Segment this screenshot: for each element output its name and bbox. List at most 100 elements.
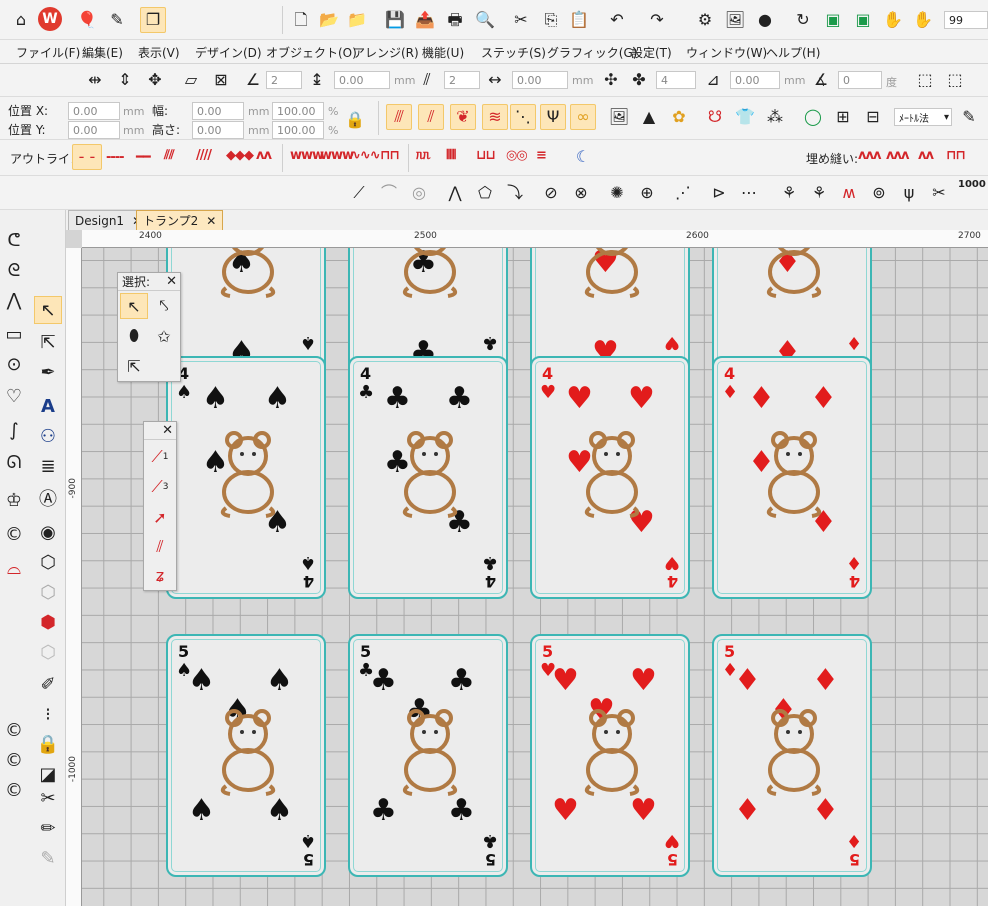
scale-w-input[interactable]: 100.00 xyxy=(272,102,324,120)
target-icon[interactable]: ⊕ xyxy=(634,180,660,206)
scatter-icon[interactable]: ⋯ xyxy=(736,180,762,206)
menu-view[interactable]: 表示(V) xyxy=(138,44,180,61)
sequence-icon[interactable]: ⚘ xyxy=(776,180,802,206)
outline-bars-icon[interactable]: ≡ xyxy=(536,148,547,163)
hexagon-red-icon[interactable]: ⬢ xyxy=(34,608,62,636)
node-corner-icon[interactable]: ⋀ xyxy=(442,180,468,206)
fish-icon[interactable]: ∞ xyxy=(570,104,596,130)
polyline-icon[interactable]: ⋰ xyxy=(670,180,696,206)
select-arrow-icon[interactable]: ↖ xyxy=(34,296,62,324)
measure-icon[interactable]: ✎ xyxy=(956,104,982,130)
hoop-icon[interactable]: ↻ xyxy=(790,7,816,33)
mirror-h-icon[interactable]: ⇹ xyxy=(82,67,108,93)
cc-icon[interactable]: © xyxy=(0,520,28,548)
menu-arrange[interactable]: アレンジ(R) xyxy=(353,44,419,61)
count-input[interactable]: 2 xyxy=(444,71,480,89)
skew-icon[interactable]: ▱ xyxy=(178,67,204,93)
grid-2-icon[interactable]: ⊟ xyxy=(860,104,886,130)
array-icon[interactable]: ✣ xyxy=(598,67,624,93)
shapes-icon[interactable]: ▲ xyxy=(636,104,662,130)
arc-icon[interactable]: ⌓ xyxy=(0,554,28,582)
export-icon[interactable]: 📤 xyxy=(412,7,438,33)
outline-satin-icon[interactable]: ⫽⫽ xyxy=(164,148,175,163)
select-frame-2-icon[interactable]: ⬚ xyxy=(942,67,968,93)
cc-4-icon[interactable]: © xyxy=(0,776,28,804)
distance-input[interactable]: 0.00 xyxy=(730,71,780,89)
star-icon[interactable]: ✿ xyxy=(666,104,692,130)
tatami-fill-icon[interactable]: ⫽ xyxy=(418,104,444,130)
units-select[interactable]: ﾒｰﾄﾙ法 ▾ xyxy=(894,108,952,126)
outline-square-icon[interactable]: ⊔⊔ xyxy=(476,148,496,163)
lettering-icon[interactable]: ≣ xyxy=(34,452,62,480)
node-pentagon-icon[interactable]: ⬠ xyxy=(472,180,498,206)
outline-blanket-icon[interactable]: ᴡᴡᴡ xyxy=(290,148,324,163)
array-count-input[interactable]: 4 xyxy=(656,71,696,89)
balloon-icon[interactable]: 🎈 xyxy=(74,7,100,33)
playing-card[interactable]: 5 ♦ 5 ♦ ♦ ♦ ♦ ♦ ♦ xyxy=(712,634,872,877)
rotate-left-icon[interactable]: ∠ xyxy=(240,67,266,93)
dots-icon[interactable]: ⁝ xyxy=(34,700,62,728)
trident-icon[interactable]: Ψ xyxy=(540,104,566,130)
offset-x-input[interactable]: 0.00 xyxy=(512,71,568,89)
menu-edit[interactable]: 編集(E) xyxy=(82,44,123,61)
color-select-icon[interactable]: ⬮ xyxy=(120,323,148,349)
team-names-icon[interactable]: ⚇ xyxy=(34,422,62,450)
ellipse-tool-icon[interactable]: ⊙ xyxy=(0,350,28,378)
pos-x-input[interactable]: 0.00 xyxy=(68,102,120,120)
menu-function[interactable]: 機能(U) xyxy=(422,44,464,61)
fill-castle-icon[interactable]: ⊓⊓ xyxy=(946,148,966,163)
line-tool-icon[interactable]: ⟋ xyxy=(346,180,372,206)
undo-icon[interactable]: ↶ xyxy=(604,7,630,33)
height-input[interactable]: 0.00 xyxy=(192,121,244,139)
spiral-icon[interactable]: ᘏ xyxy=(0,448,28,476)
outline-hatch-icon[interactable]: ⦀⦀ xyxy=(446,148,457,163)
lock-icon[interactable]: 🔒 xyxy=(342,107,368,133)
pen-icon[interactable]: ✒ xyxy=(34,358,62,386)
shirt-icon[interactable]: 👕 xyxy=(732,104,758,130)
curve-tool-icon[interactable]: ⌒ xyxy=(376,180,402,206)
outline-diamond-icon[interactable]: ◆◆◆ xyxy=(226,148,254,163)
angle-input[interactable]: 0 xyxy=(838,71,882,89)
needle-icon[interactable]: ψ xyxy=(896,180,922,206)
fill-zig-3-icon[interactable]: ʌʌ xyxy=(918,148,934,163)
outline-blanket-2-icon[interactable]: ᴡᴡᴡ xyxy=(320,148,354,163)
cc-2-icon[interactable]: © xyxy=(0,716,28,744)
new-file-icon[interactable]: 🗋 xyxy=(288,7,314,33)
outline-castle-icon[interactable]: ⊓⊓ xyxy=(380,148,400,163)
cut-icon[interactable]: ✂ xyxy=(508,7,534,33)
width-arrow-icon[interactable]: ↔ xyxy=(482,67,508,93)
outline-feather-icon[interactable]: ᴧᴧ xyxy=(256,148,272,163)
height-arrow-icon[interactable]: ↨ xyxy=(304,67,330,93)
array-2-icon[interactable]: ✤ xyxy=(626,67,652,93)
applique-icon[interactable]: ☋ xyxy=(702,104,728,130)
cc-3-icon[interactable]: © xyxy=(0,746,28,774)
close-icon[interactable]: ✕ xyxy=(206,214,216,228)
outline-triple-icon[interactable]: ━━ xyxy=(136,150,151,165)
green-frame-2-icon[interactable]: ▣ xyxy=(850,7,876,33)
outline-comb-icon[interactable]: ᥰᥰ xyxy=(416,148,431,163)
outline-curve-icon[interactable]: ☾ xyxy=(570,144,596,170)
menu-design[interactable]: デザイン(D) xyxy=(195,44,262,61)
fill-zig-icon[interactable]: ʌʌʌ xyxy=(858,148,881,163)
picture-icon[interactable]: 🖼 xyxy=(606,104,632,130)
frame-icon[interactable]: ◯ xyxy=(800,104,826,130)
scale-icon[interactable]: ⊠ xyxy=(208,67,234,93)
run-stitch-icon[interactable]: ⋱ xyxy=(510,104,536,130)
pin-icon[interactable]: ✎ xyxy=(104,7,130,33)
circle-tool-icon[interactable]: ◎ xyxy=(406,180,432,206)
pattern-fill-icon[interactable]: ≋ xyxy=(482,104,508,130)
shapes-tool-icon[interactable]: ♡ xyxy=(0,382,28,410)
width-input[interactable]: 0.00 xyxy=(192,102,244,120)
menu-object[interactable]: オブジェクト(O) xyxy=(266,44,357,61)
bobbin-icon[interactable]: ⊚ xyxy=(866,180,892,206)
leaf-fill-icon[interactable]: ❦ xyxy=(450,104,476,130)
text-tool-icon[interactable]: A xyxy=(34,392,62,420)
arrow-pointer-icon[interactable]: ⊳ xyxy=(706,180,732,206)
node-curve-icon[interactable]: ⤵ xyxy=(502,180,528,206)
lock-tool-icon[interactable]: 🔒 xyxy=(34,730,62,758)
outline-loop-icon[interactable]: ◎◎ xyxy=(506,148,528,163)
reshape-2-icon[interactable]: ᘓ xyxy=(0,256,28,284)
node-edit-icon[interactable]: ⋀ xyxy=(0,286,28,314)
menu-window[interactable]: ウィンドウ(W) xyxy=(686,44,767,61)
rect-tool-icon[interactable]: ▭ xyxy=(0,320,28,348)
